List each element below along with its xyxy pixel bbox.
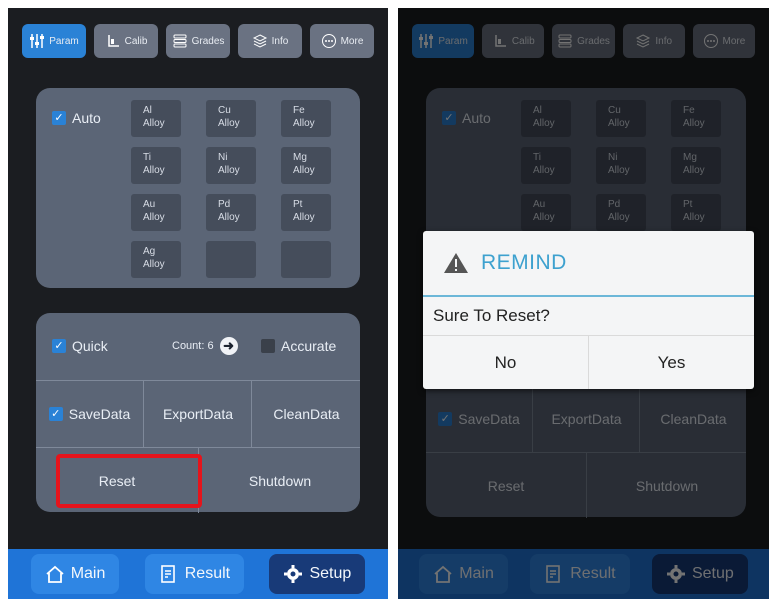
home-icon: [46, 565, 64, 583]
alloy-button-ni[interactable]: Ni Alloy: [206, 147, 256, 184]
tab-more[interactable]: More: [310, 24, 374, 58]
settings-screen-with-dialog: Param Calib Grades Info More ✓ Auto AlAl…: [398, 8, 769, 599]
dialog-actions: No Yes: [423, 336, 754, 389]
savedata-label: SaveData: [68, 406, 131, 422]
shutdown-label: Shutdown: [248, 472, 312, 489]
alloy-panel: ✓ Auto Al Alloy Cu Alloy Fe Alloy Ti Alloy N…: [36, 88, 360, 288]
accurate-checkbox[interactable]: Accurate: [261, 338, 336, 354]
warning-icon: [444, 253, 468, 273]
alloy-button-ag[interactable]: Ag Alloy: [131, 241, 181, 278]
alloy-element: Ti: [143, 152, 151, 163]
system-row: Reset Shutdown: [36, 447, 360, 513]
reset-highlight-box: [56, 454, 202, 508]
alloy-sub: Alloy: [293, 212, 315, 223]
alloy-element: Pt: [293, 199, 303, 210]
sliders-icon: [30, 34, 45, 48]
alloy-element: Mg: [293, 152, 307, 163]
alloy-button-al[interactable]: Al Alloy: [131, 100, 181, 137]
bottom-nav: Main Result Setup: [8, 549, 388, 599]
alloy-sub: Alloy: [143, 118, 165, 129]
alloy-sub: Alloy: [143, 212, 165, 223]
dialog-header: REMIND: [423, 231, 754, 297]
alloy-sub: Alloy: [218, 212, 240, 223]
no-button[interactable]: No: [423, 336, 588, 389]
alloy-button-au[interactable]: Au Alloy: [131, 194, 181, 231]
tab-info[interactable]: Info: [238, 24, 302, 58]
alloy-button-pt[interactable]: Pt Alloy: [281, 194, 331, 231]
alloy-button-ti[interactable]: Ti Alloy: [131, 147, 181, 184]
nav-label: Setup: [309, 565, 352, 582]
alloy-element: Ag: [143, 246, 156, 257]
dialog-title: REMIND: [481, 251, 567, 274]
tab-calib[interactable]: Calib: [94, 24, 158, 58]
quick-row: ✓ Quick Count: 6 ➜ Accurate: [36, 313, 360, 379]
exportdata-label: ExportData: [162, 406, 234, 422]
quick-checkbox[interactable]: ✓ Quick: [52, 338, 108, 354]
auto-checkbox[interactable]: ✓ Auto: [52, 110, 101, 126]
check-icon: ✓: [52, 339, 66, 353]
alloy-sub: Alloy: [293, 165, 315, 176]
tab-label: More: [340, 35, 364, 47]
tab-grades[interactable]: Grades: [166, 24, 230, 58]
alloy-button-pd[interactable]: Pd Alloy: [206, 194, 256, 231]
cleandata-button[interactable]: CleanData: [251, 381, 361, 447]
alloy-button-mg[interactable]: Mg Alloy: [281, 147, 331, 184]
alloy-element: Cu: [218, 105, 231, 116]
alloy-sub: Alloy: [143, 165, 165, 176]
controls-panel: ✓ Quick Count: 6 ➜ Accurate ✓ SaveData Ex…: [36, 313, 360, 513]
alloy-element: Al: [143, 105, 152, 116]
alloy-button-cu[interactable]: Cu Alloy: [206, 100, 256, 137]
alloy-button-fe[interactable]: Fe Alloy: [281, 100, 331, 137]
unchecked-box-icon: [261, 339, 275, 353]
alloy-element: Ni: [218, 152, 228, 163]
shutdown-button[interactable]: Shutdown: [198, 448, 361, 513]
check-icon: ✓: [48, 407, 63, 421]
count-label: Count: 6: [172, 340, 214, 352]
tab-label: Param: [49, 35, 79, 47]
nav-label: Main: [70, 565, 106, 582]
tab-label: Info: [271, 35, 289, 47]
savedata-checkbox[interactable]: ✓ SaveData: [36, 381, 143, 447]
alloy-sub: Alloy: [218, 165, 240, 176]
cleandata-label: CleanData: [273, 406, 340, 422]
alloy-button-empty[interactable]: [281, 241, 331, 278]
alloy-element: Fe: [293, 105, 305, 116]
gear-icon: [284, 565, 303, 583]
remind-dialog: REMIND Sure To Reset? No Yes: [423, 231, 754, 389]
data-row: ✓ SaveData ExportData CleanData: [36, 380, 360, 447]
nav-setup[interactable]: Setup: [269, 554, 366, 594]
calib-icon: [107, 35, 119, 47]
top-tabs: Param Calib Grades Info More: [22, 24, 374, 58]
exportdata-button[interactable]: ExportData: [143, 381, 252, 447]
dialog-message: Sure To Reset?: [423, 297, 754, 336]
nav-main[interactable]: Main: [30, 554, 120, 594]
alloy-sub: Alloy: [293, 118, 315, 129]
more-icon: [321, 34, 336, 48]
report-icon: [160, 565, 175, 583]
alloy-sub: Alloy: [218, 118, 240, 129]
nav-label: Result: [184, 565, 231, 582]
tab-label: Calib: [124, 35, 148, 47]
stack-icon: [173, 34, 187, 48]
tab-label: Grades: [191, 35, 225, 47]
alloy-sub: Alloy: [143, 259, 165, 270]
layers-icon: [252, 34, 267, 48]
alloy-button-empty[interactable]: [206, 241, 256, 278]
tab-param[interactable]: Param: [22, 24, 86, 58]
count-control[interactable]: Count: 6 ➜: [172, 337, 238, 355]
yes-button[interactable]: Yes: [588, 336, 754, 389]
quick-label: Quick: [72, 338, 108, 354]
check-icon: ✓: [52, 111, 66, 125]
arrow-right-icon[interactable]: ➜: [219, 337, 238, 355]
settings-screen: Param Calib Grades Info More ✓ Auto Al Al…: [8, 8, 388, 599]
nav-result[interactable]: Result: [144, 554, 245, 594]
accurate-label: Accurate: [281, 338, 337, 354]
alloy-element: Au: [143, 199, 156, 210]
auto-label: Auto: [72, 110, 101, 126]
alloy-element: Pd: [218, 199, 231, 210]
